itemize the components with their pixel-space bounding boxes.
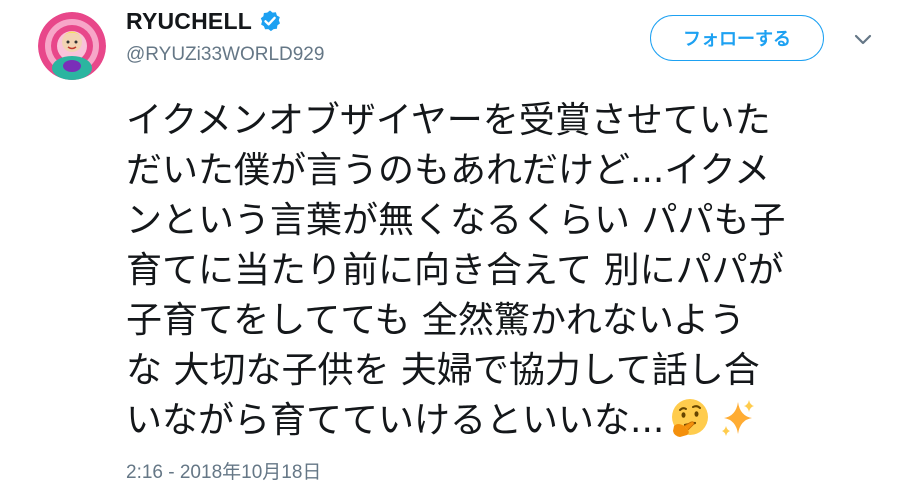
- tweet-text-line: な 大切な子供を 夫婦で協力して話し合: [126, 350, 760, 391]
- tweet-card: RYUCHELL @RYUZi33WORLD929 フォローする イクメンオブザ…: [0, 0, 906, 491]
- tweet-text: イクメンオブザイヤーを受賞させていた だいた僕が言うのもあれだけど...イクメ …: [126, 96, 866, 446]
- tweet-text-line: 育てに当たり前に向き合えて 別にパパが: [126, 250, 784, 291]
- tweet-text-line: イクメンオブザイヤーを受賞させていた: [126, 100, 771, 141]
- name-row: RYUCHELL: [126, 6, 282, 36]
- verified-badge-icon: [258, 9, 282, 33]
- tweet-text-line: だいた僕が言うのもあれだけど...イクメ: [126, 150, 771, 191]
- user-handle[interactable]: @RYUZi33WORLD929: [126, 44, 324, 66]
- tweet-text-line-last: いながら育てていけるといいな...: [126, 396, 866, 446]
- avatar[interactable]: [38, 12, 106, 80]
- follow-button[interactable]: フォローする: [650, 15, 824, 61]
- thinking-face-emoji-icon: [668, 396, 712, 440]
- tweet-text-line: ンという言葉が無くなるくらい パパも子: [126, 200, 786, 241]
- tweet-timestamp[interactable]: 2:16 - 2018年10月18日: [126, 457, 321, 484]
- sparkles-emoji-icon: [716, 396, 760, 440]
- chevron-down-icon[interactable]: [852, 28, 874, 50]
- tweet-text-line: 子育てをしてても 全然驚かれないよう: [126, 300, 746, 341]
- avatar-image: [38, 12, 106, 80]
- tweet-text-line-content: いながら育てていけるといいな...: [126, 400, 665, 441]
- display-name[interactable]: RYUCHELL: [126, 8, 252, 35]
